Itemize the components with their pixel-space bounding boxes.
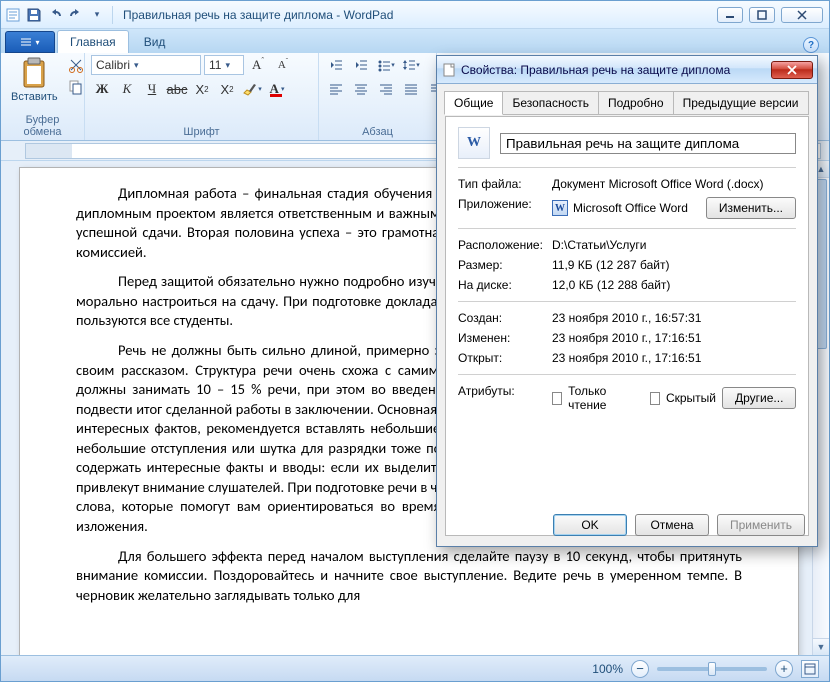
change-app-button[interactable]: Изменить... bbox=[706, 197, 796, 219]
value-sizeondisk: 12,0 КБ (12 288 байт) bbox=[552, 278, 796, 292]
chevron-down-icon: ▾ bbox=[225, 60, 230, 71]
tab-view[interactable]: Вид bbox=[131, 30, 179, 53]
save-icon[interactable] bbox=[24, 5, 44, 25]
label-app: Приложение: bbox=[458, 197, 552, 219]
dialog-title: Свойства: Правильная речь на защите дипл… bbox=[461, 63, 730, 77]
value-app: Microsoft Office Word bbox=[573, 201, 688, 215]
dialog-titlebar[interactable]: Свойства: Правильная речь на защите дипл… bbox=[437, 56, 817, 84]
window-title: Правильная речь на защите диплома - Word… bbox=[123, 8, 393, 22]
filename-input[interactable] bbox=[500, 133, 796, 154]
tab-general-page: W Тип файла:Документ Microsoft Office Wo… bbox=[446, 117, 808, 425]
qat-dropdown-icon[interactable]: ▾ bbox=[87, 5, 107, 25]
properties-dialog: Свойства: Правильная речь на защите дипл… bbox=[436, 55, 818, 547]
dialog-close-button[interactable] bbox=[771, 61, 813, 79]
line-spacing-button[interactable]: ▾ bbox=[400, 55, 422, 75]
align-center-button[interactable] bbox=[350, 79, 372, 99]
dialog-tabs: Общие Безопасность Подробно Предыдущие в… bbox=[444, 91, 808, 115]
advanced-attributes-button[interactable]: Другие... bbox=[722, 387, 796, 409]
label-sizeondisk: На диске: bbox=[458, 278, 552, 292]
decrease-indent-button[interactable] bbox=[325, 55, 347, 75]
zoom-out-button[interactable]: − bbox=[631, 660, 649, 678]
tab-previous-versions[interactable]: Предыдущие версии bbox=[673, 91, 809, 115]
value-modified: 23 ноября 2010 г., 17:16:51 bbox=[552, 331, 796, 345]
bold-button[interactable]: Ж bbox=[91, 79, 113, 99]
paste-label: Вставить bbox=[11, 91, 58, 103]
value-size: 11,9 КБ (12 287 байт) bbox=[552, 258, 796, 272]
apply-button[interactable]: Применить bbox=[717, 514, 805, 536]
strike-button[interactable]: abc bbox=[166, 79, 188, 99]
doc-small-icon bbox=[441, 62, 457, 78]
docx-icon: W bbox=[458, 127, 490, 159]
ribbon-tabs: ▾ Главная Вид ? bbox=[1, 29, 829, 53]
align-justify-button[interactable] bbox=[400, 79, 422, 99]
value-location: D:\Статьи\Услуги bbox=[552, 238, 796, 252]
chevron-down-icon: ▾ bbox=[134, 60, 139, 71]
font-size-value: 11 bbox=[209, 58, 221, 72]
group-font-label: Шрифт bbox=[91, 124, 312, 140]
label-location: Расположение: bbox=[458, 238, 552, 252]
scroll-down-icon[interactable]: ▼ bbox=[813, 638, 829, 655]
redo-icon[interactable] bbox=[66, 5, 86, 25]
copy-icon[interactable] bbox=[66, 77, 86, 97]
bullets-button[interactable]: ▾ bbox=[375, 55, 397, 75]
ok-button[interactable]: OK bbox=[553, 514, 627, 536]
value-filetype: Документ Microsoft Office Word (.docx) bbox=[552, 177, 796, 191]
tab-home[interactable]: Главная bbox=[57, 30, 129, 53]
word-app-icon: W bbox=[552, 200, 568, 216]
maximize-button[interactable] bbox=[749, 7, 775, 23]
grow-font-button[interactable]: Aˆ bbox=[247, 55, 269, 75]
paste-button[interactable]: Вставить bbox=[7, 55, 62, 105]
file-menu-button[interactable]: ▾ bbox=[5, 31, 55, 53]
minimize-button[interactable] bbox=[717, 7, 743, 23]
value-created: 23 ноября 2010 г., 16:57:31 bbox=[552, 311, 796, 325]
group-paragraph-label: Абзац bbox=[325, 124, 430, 140]
label-modified: Изменен: bbox=[458, 331, 552, 345]
help-icon[interactable]: ? bbox=[803, 37, 819, 53]
align-left-button[interactable] bbox=[325, 79, 347, 99]
titlebar: ▾ Правильная речь на защите диплома - Wo… bbox=[1, 1, 829, 29]
value-accessed: 23 ноября 2010 г., 17:16:51 bbox=[552, 351, 796, 365]
font-size-combo[interactable]: 11 ▾ bbox=[204, 55, 244, 75]
font-color-button[interactable]: A▾ bbox=[266, 79, 288, 99]
cut-icon[interactable] bbox=[66, 55, 86, 75]
clipboard-icon bbox=[18, 57, 50, 89]
tab-general[interactable]: Общие bbox=[444, 91, 503, 115]
subscript-button[interactable]: X2 bbox=[191, 79, 213, 99]
font-name-combo[interactable]: Calibri ▾ bbox=[91, 55, 201, 75]
underline-button[interactable]: Ч bbox=[141, 79, 163, 99]
shrink-font-button[interactable]: Aˇ bbox=[272, 55, 294, 75]
paragraph: Для большего эффекта перед началом высту… bbox=[76, 547, 742, 606]
status-bar: 100% − + bbox=[1, 655, 829, 681]
tab-security[interactable]: Безопасность bbox=[502, 91, 599, 115]
font-name-value: Calibri bbox=[96, 58, 130, 72]
app-icon bbox=[3, 5, 23, 25]
superscript-button[interactable]: X2 bbox=[216, 79, 238, 99]
cancel-button[interactable]: Отмена bbox=[635, 514, 709, 536]
label-accessed: Открыт: bbox=[458, 351, 552, 365]
label-size: Размер: bbox=[458, 258, 552, 272]
zoom-value: 100% bbox=[592, 662, 623, 676]
align-right-button[interactable] bbox=[375, 79, 397, 99]
italic-button[interactable]: К bbox=[116, 79, 138, 99]
tab-details[interactable]: Подробно bbox=[598, 91, 674, 115]
zoom-in-button[interactable]: + bbox=[775, 660, 793, 678]
close-button[interactable] bbox=[781, 7, 823, 23]
checkbox-readonly[interactable] bbox=[552, 392, 562, 405]
increase-indent-button[interactable] bbox=[350, 55, 372, 75]
undo-icon[interactable] bbox=[45, 5, 65, 25]
label-hidden: Скрытый bbox=[666, 391, 716, 405]
label-created: Создан: bbox=[458, 311, 552, 325]
group-clipboard-label: Буфер обмена bbox=[7, 112, 78, 140]
highlight-button[interactable]: ▾ bbox=[241, 79, 263, 99]
checkbox-hidden[interactable] bbox=[650, 392, 660, 405]
separator bbox=[112, 6, 113, 24]
viewmode-icon[interactable] bbox=[801, 660, 819, 678]
label-readonly: Только чтение bbox=[568, 384, 627, 412]
label-attributes: Атрибуты: bbox=[458, 384, 552, 412]
zoom-slider[interactable] bbox=[657, 667, 767, 671]
label-filetype: Тип файла: bbox=[458, 177, 552, 191]
